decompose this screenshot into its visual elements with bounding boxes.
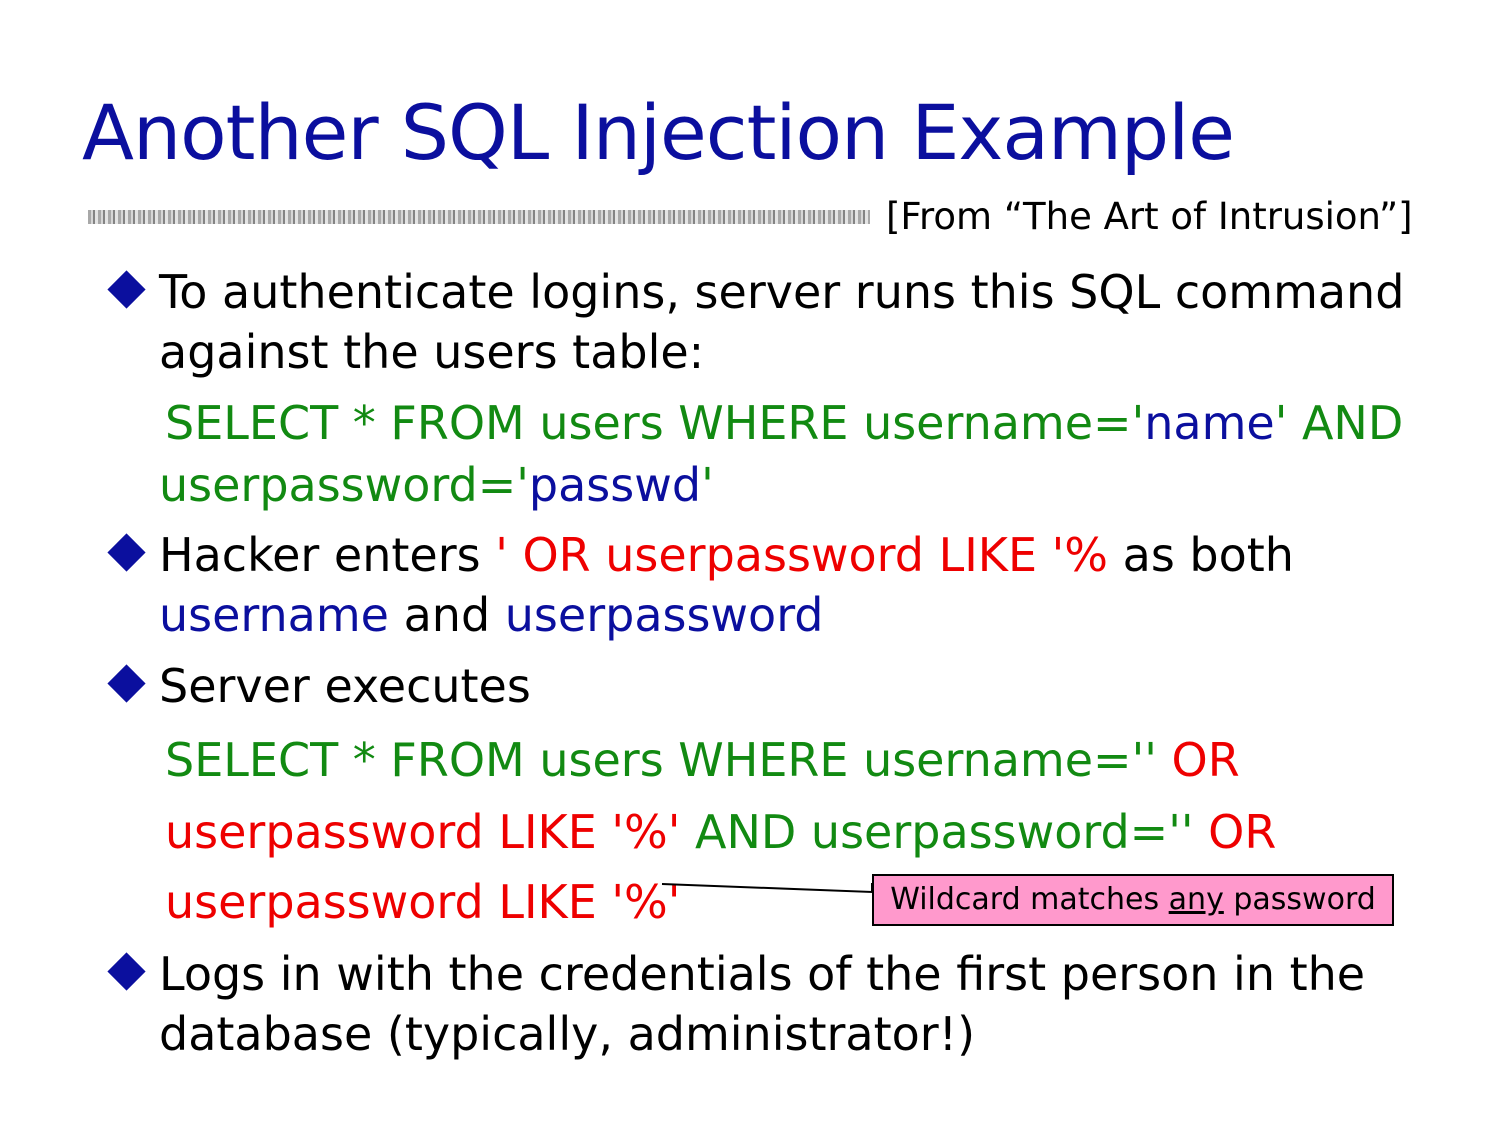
- field-name-text: username: [159, 588, 389, 642]
- sql-keyword-text: userpassword=': [159, 458, 529, 512]
- sql-value-text: passwd: [528, 458, 702, 512]
- callout-emphasis: any: [1168, 882, 1224, 917]
- bullet-text-segment: Hacker enters: [159, 528, 496, 582]
- injection-text: userpassword LIKE '%': [165, 805, 681, 859]
- injection-string: ' OR userpassword LIKE '%: [495, 528, 1109, 582]
- bullet-text-server: Server executes: [159, 659, 531, 713]
- sql-query-injected-line3: userpassword LIKE '%': [165, 879, 680, 925]
- sql-query-original-line1: SELECT * FROM users WHERE username='name…: [165, 400, 1403, 446]
- sql-keyword-text: ': [701, 458, 714, 512]
- sql-query-original-line2: userpassword='passwd': [159, 462, 714, 508]
- bullet-text-logs-in: Logs in with the credentials of the firs…: [159, 951, 1365, 997]
- bullet-text-continuation: against the users table:: [159, 329, 704, 375]
- source-citation: [From “The Art of Intrusion”]: [886, 195, 1413, 238]
- diamond-bullet-icon: [107, 533, 146, 572]
- bullet-text-line: To authenticate logins, server runs this…: [159, 265, 1405, 319]
- bullet-text-line: Logs in with the credentials of the firs…: [159, 947, 1366, 1001]
- injection-text: OR: [1156, 733, 1240, 787]
- bullet-text-segment: and: [388, 588, 505, 642]
- callout-text: Wildcard matches: [890, 882, 1169, 917]
- sql-value-text: name: [1144, 396, 1275, 450]
- callout-text: password: [1223, 882, 1376, 917]
- sql-keyword-text: AND userpassword='': [680, 805, 1194, 859]
- callout-box: Wildcard matches any password: [872, 874, 1394, 926]
- bullet-text-continuation: database (typically, administrator!): [159, 1011, 975, 1057]
- bullet-text-line: against the users table:: [159, 325, 705, 379]
- bullet-text-hacker: Hacker enters ' OR userpassword LIKE '% …: [159, 532, 1294, 578]
- sql-query-injected-line1: SELECT * FROM users WHERE username='' OR: [165, 737, 1240, 783]
- slide-title: Another SQL Injection Example: [82, 88, 1235, 177]
- sql-keyword-text: SELECT * FROM users WHERE username=': [165, 396, 1145, 450]
- sql-keyword-text: SELECT * FROM users WHERE username='': [165, 733, 1157, 787]
- bullet-text-continuation: username and userpassword: [159, 592, 824, 638]
- bullet-text-segment: as both: [1108, 528, 1294, 582]
- injection-text: userpassword LIKE '%': [165, 875, 681, 929]
- diamond-bullet-icon: [107, 952, 146, 991]
- title-divider: [88, 210, 870, 224]
- injection-text: OR: [1193, 805, 1277, 859]
- bullet-text-authenticate: To authenticate logins, server runs this…: [159, 269, 1404, 315]
- field-name-text: userpassword: [504, 588, 824, 642]
- diamond-bullet-icon: [107, 270, 146, 309]
- sql-query-injected-line2: userpassword LIKE '%' AND userpassword='…: [165, 809, 1276, 855]
- bullet-text-line: database (typically, administrator!): [159, 1007, 976, 1061]
- diamond-bullet-icon: [107, 664, 146, 703]
- sql-keyword-text: ' AND: [1274, 396, 1404, 450]
